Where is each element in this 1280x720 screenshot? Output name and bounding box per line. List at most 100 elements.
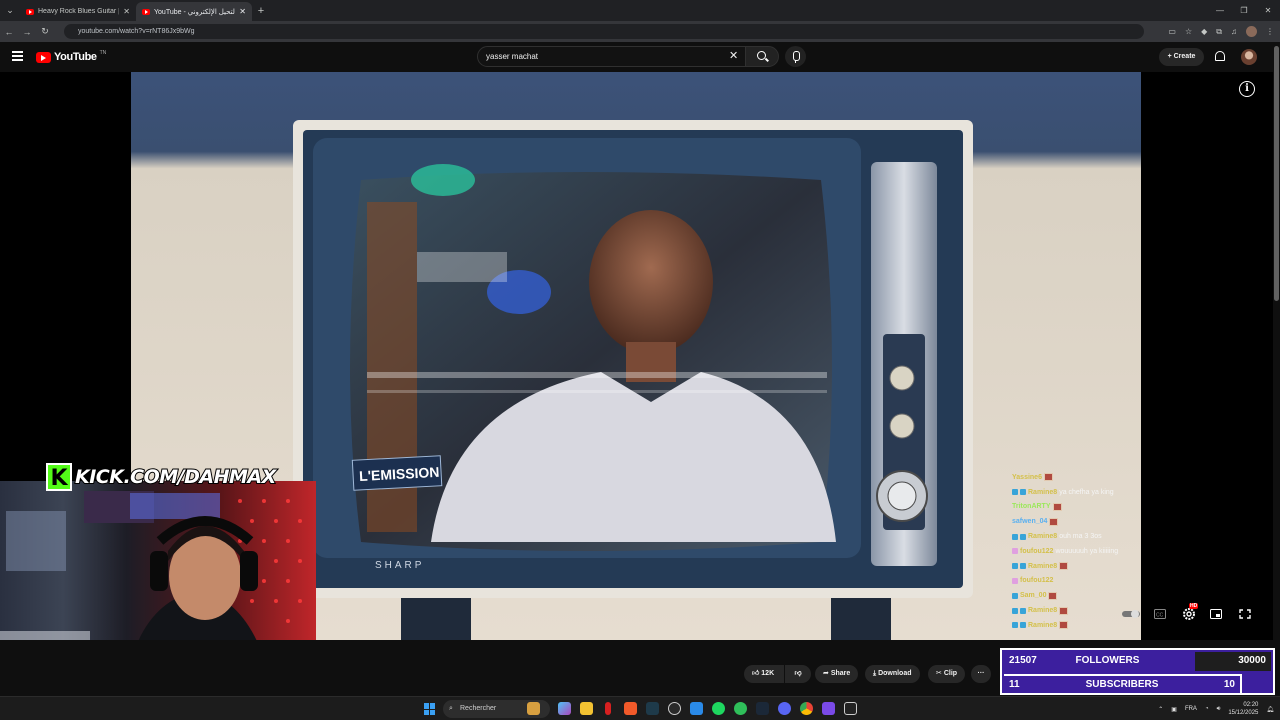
restore-icon[interactable]: ❐ (1232, 0, 1256, 21)
cast-icon[interactable]: ▭ (1168, 27, 1176, 36)
tab-close-icon[interactable]: ✕ (123, 7, 130, 16)
browser-menu-icon[interactable]: ⋮ (1266, 27, 1274, 36)
subscribers-goal-bar: 11 SUBSCRIBERS 10 (1004, 674, 1242, 693)
clear-search-icon[interactable]: ✕ (729, 50, 738, 62)
chrome-icon[interactable] (800, 702, 813, 715)
spotify-icon[interactable] (712, 702, 725, 715)
profile-avatar[interactable] (1246, 26, 1257, 37)
page-scrollbar[interactable] (1273, 42, 1280, 640)
discord-icon[interactable] (778, 702, 791, 715)
app-purple-icon[interactable] (822, 702, 835, 715)
subscribers-goal: 10 (1223, 679, 1235, 690)
share-label: Share (830, 670, 851, 677)
create-label: Create (1173, 53, 1196, 60)
chat-message: foufou122 (1012, 574, 1172, 589)
scissors-icon: ✂ (936, 670, 942, 677)
file-explorer-icon[interactable] (580, 702, 593, 715)
steam-icon[interactable] (756, 702, 769, 715)
chat-message: Ramine8 (1012, 559, 1172, 574)
tv-brand: SHARP (375, 560, 424, 571)
scrollbar-thumb[interactable] (1274, 46, 1279, 301)
followers-label: FOLLOWERS (1075, 655, 1140, 666)
share-button[interactable]: ➦ Share (815, 665, 859, 683)
chat-message: Ramine8 ya chefha ya king (1012, 485, 1172, 500)
more-dots: ··· (977, 670, 985, 677)
app-red-icon[interactable] (605, 702, 611, 715)
app-m-icon[interactable] (844, 702, 857, 715)
like-button[interactable]: 👍︎ 12K (744, 665, 784, 683)
dislike-button[interactable]: 👎︎ (785, 665, 811, 683)
tab-title: YouTube - التحيل الإلكتروني (154, 8, 236, 16)
minimize-icon[interactable]: — (1208, 0, 1232, 21)
bookmark-star-icon[interactable]: ☆ (1185, 27, 1192, 36)
fullscreen-icon[interactable] (1239, 609, 1251, 619)
reload-icon[interactable]: ↻ (36, 26, 54, 37)
youtube-logo[interactable]: YouTube TN (36, 50, 106, 63)
notification-bell-icon[interactable]: 🔔︎ (1266, 706, 1274, 713)
kick-url-text: KICK.COM/DAHMAX (74, 465, 277, 489)
chatgpt-icon[interactable] (668, 702, 681, 715)
forward-icon[interactable]: → (18, 27, 36, 37)
media-controls-icon[interactable]: ♫ (1231, 27, 1237, 36)
kick-channel-banner: K KICK.COM/DAHMAX (46, 462, 277, 492)
tray-app-icon[interactable]: ▣ (1171, 706, 1177, 713)
voice-search-mic-icon[interactable] (785, 46, 806, 67)
create-button[interactable]: + Create (1159, 48, 1204, 66)
menu-hamburger-icon[interactable] (12, 51, 23, 61)
copilot-app-icon[interactable] (558, 702, 571, 715)
search-button[interactable] (745, 46, 779, 67)
volume-icon[interactable]: 🔊︎ (1217, 706, 1221, 713)
account-avatar[interactable] (1241, 49, 1257, 65)
widgets-app-icon[interactable] (527, 702, 540, 715)
clip-button[interactable]: ✂ Clip (928, 665, 966, 683)
share-arrow-icon: ➦ (823, 670, 829, 677)
terminal-icon[interactable] (646, 702, 659, 715)
hd-badge: HD (1189, 603, 1199, 609)
more-actions-button[interactable]: ··· (971, 665, 991, 683)
settings-gear-icon[interactable] (1182, 607, 1196, 621)
tab-youtube-active[interactable]: YouTube - التحيل الإلكتروني ✕ (136, 2, 252, 21)
language-indicator[interactable]: FRA (1185, 706, 1197, 712)
miniplayer-icon[interactable] (1210, 609, 1222, 619)
download-button[interactable]: ⤓ Download (865, 665, 920, 683)
taskbar-search-placeholder: Rechercher (460, 705, 497, 712)
app-orange-icon[interactable] (624, 702, 637, 715)
extensions-puzzle-icon[interactable]: ⧉ (1216, 27, 1222, 37)
back-icon[interactable]: ← (0, 27, 18, 37)
new-tab-button[interactable]: + (252, 5, 270, 17)
search-input[interactable]: yasser machat (477, 46, 752, 67)
subscribers-label: SUBSCRIBERS (1085, 679, 1159, 690)
video-info-icon[interactable]: i (1239, 81, 1255, 97)
address-bar[interactable]: youtube.com/watch?v=rNT86Jx9bWg (64, 24, 1144, 39)
thumbs-down-icon: 👎︎ (794, 670, 802, 677)
tab-search-button[interactable]: ⌄ (0, 0, 20, 21)
calculator-icon[interactable] (690, 702, 703, 715)
followers-goal-bar: 21507 FOLLOWERS 30000 (1004, 652, 1271, 671)
youtube-favicon-icon (142, 8, 150, 15)
windows-taskbar: ⌕ Rechercher ⌃ ▣ FRA ◔ 🔊︎ 02:20 15/12/20… (0, 696, 1280, 720)
tab-heavy-rock[interactable]: Heavy Rock Blues Guitar | High ✕ (20, 2, 136, 21)
taskbar-clock[interactable]: 02:20 15/12/2025 (1228, 701, 1258, 717)
toolbar-icons: ▭ ☆ ◆ ⧉ ♫ ⋮ (1168, 21, 1274, 42)
window-controls: — ❐ ✕ (1208, 0, 1280, 21)
chat-message: Ramine8 ouh ma 3 3os (1012, 529, 1172, 544)
windows-start-icon[interactable] (424, 703, 436, 715)
browser-tab-bar: ⌄ Heavy Rock Blues Guitar | High ✕ YouTu… (0, 0, 1280, 21)
chat-message: safwen_04 (1012, 514, 1172, 529)
close-window-icon[interactable]: ✕ (1256, 0, 1280, 21)
tab-close-icon[interactable]: ✕ (239, 7, 246, 16)
system-tray: ⌃ ▣ FRA ◔ 🔊︎ 02:20 15/12/2025 🔔︎ (1158, 697, 1274, 720)
clip-label: Clip (943, 670, 958, 677)
clock-time: 02:20 (1243, 702, 1259, 708)
stream-goals-overlay: 21507 FOLLOWERS 30000 11 SUBSCRIBERS 10 (1000, 648, 1275, 695)
chat-message: Ramine8 (1012, 618, 1172, 633)
screen: ⌄ Heavy Rock Blues Guitar | High ✕ YouTu… (0, 0, 1280, 720)
network-icon[interactable]: ◔ (1205, 706, 1209, 712)
extension-diamond-icon[interactable]: ◆ (1201, 27, 1207, 36)
search-icon (757, 51, 766, 60)
notifications-bell-icon[interactable] (1215, 51, 1225, 61)
tray-overflow-icon[interactable]: ⌃ (1158, 706, 1163, 713)
whatsapp-icon[interactable] (734, 702, 747, 715)
chat-message: Sam_00 (1012, 588, 1172, 603)
followers-goal: 30000 (1238, 655, 1266, 666)
